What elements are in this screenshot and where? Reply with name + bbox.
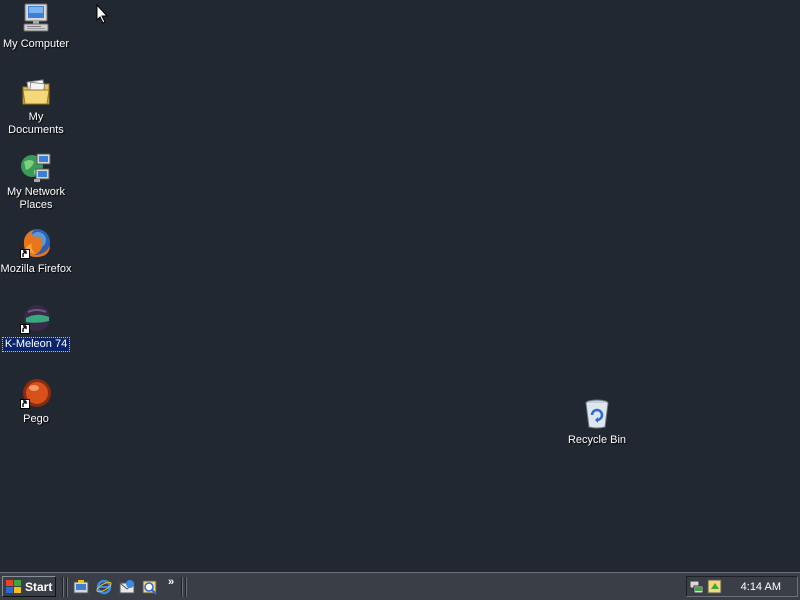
start-button[interactable]: Start — [2, 576, 56, 597]
mouse-cursor-icon — [96, 3, 109, 24]
system-tray: 4:14 AM — [686, 576, 798, 597]
computer-icon — [20, 2, 52, 34]
desktop-icon-label: My Computer — [2, 38, 70, 50]
desktop-icon-pego[interactable]: Pego — [0, 377, 74, 427]
clock[interactable]: 4:14 AM — [741, 581, 781, 593]
desktop-icon-k-meleon[interactable]: K-Meleon 74 — [0, 302, 74, 352]
desktop-icon-label: Recycle Bin — [567, 434, 627, 446]
shortcut-arrow-icon — [20, 249, 30, 259]
pego-icon — [20, 377, 52, 409]
network-icon — [20, 152, 52, 184]
show-desktop-icon[interactable] — [73, 579, 89, 595]
kmeleon-icon — [20, 302, 52, 334]
firefox-icon — [20, 227, 52, 259]
shortcut-arrow-icon — [20, 324, 30, 334]
desktop-icon-my-documents[interactable]: My Documents — [0, 77, 74, 138]
desktop-icon-label: My Network Places — [6, 186, 66, 211]
outlook-express-icon[interactable] — [119, 579, 135, 595]
desktop-icon-recycle-bin[interactable]: Recycle Bin — [559, 398, 635, 448]
desktop-icon-my-computer[interactable]: My Computer — [0, 2, 74, 52]
media-icon[interactable] — [142, 579, 158, 595]
network-tray-icon[interactable] — [689, 579, 705, 595]
shortcut-arrow-icon — [20, 399, 30, 409]
recycle-bin-icon — [581, 398, 613, 430]
desktop-icon-label: K-Meleon 74 — [1, 337, 71, 352]
internet-explorer-icon[interactable] — [96, 579, 112, 595]
desktop[interactable]: My Computer My Documents My Network Plac… — [0, 0, 800, 572]
desktop-icon-label: Mozilla Firefox — [0, 263, 72, 275]
taskbar-separator — [62, 577, 64, 597]
volume-tray-icon[interactable] — [707, 579, 723, 595]
start-label: Start — [25, 579, 53, 594]
desktop-icon-label: Pego — [23, 413, 49, 425]
taskbar-separator — [181, 577, 183, 597]
quick-launch-chevron[interactable]: » — [168, 576, 174, 588]
taskbar-separator — [185, 577, 187, 597]
taskbar-separator — [66, 577, 68, 597]
desktop-icon-my-network-places[interactable]: My Network Places — [0, 152, 74, 213]
desktop-icon-label: My Documents — [8, 111, 64, 136]
windows-logo-icon — [6, 579, 21, 593]
taskbar: Start » 4:14 AM — [0, 572, 800, 600]
folder-icon — [20, 77, 52, 109]
desktop-icon-mozilla-firefox[interactable]: Mozilla Firefox — [0, 227, 74, 277]
